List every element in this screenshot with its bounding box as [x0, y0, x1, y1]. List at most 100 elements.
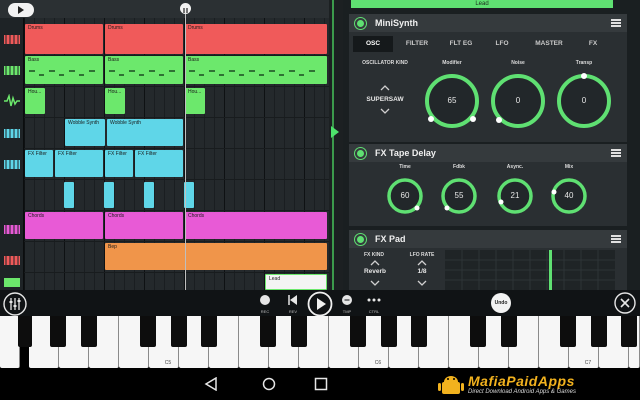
song-position-marker[interactable] — [180, 3, 191, 14]
lead-track-strip[interactable]: Lead — [351, 0, 613, 8]
undo-button[interactable]: Undo — [491, 293, 511, 313]
lead-track-icon[interactable] — [3, 275, 21, 289]
record-button[interactable] — [259, 294, 271, 306]
clip-sample[interactable]: Hou... — [185, 88, 205, 114]
sample-track-icon[interactable] — [3, 94, 21, 108]
tab-master[interactable]: MASTER — [525, 36, 573, 52]
clip-fx-filter[interactable]: FX Filter — [25, 150, 53, 177]
tempo-button[interactable] — [341, 294, 353, 306]
piano-black-key[interactable] — [470, 316, 486, 347]
clip-drums[interactable]: Drums — [105, 24, 183, 54]
power-toggle-icon[interactable] — [355, 18, 366, 29]
chevron-up-icon[interactable] — [380, 85, 390, 91]
clip-chords[interactable]: Chords — [25, 212, 103, 239]
chevron-up-icon[interactable] — [370, 260, 380, 266]
clip-sample[interactable]: Hou... — [105, 88, 125, 114]
piano-key[interactable] — [0, 316, 20, 368]
piano-black-key[interactable] — [501, 316, 517, 347]
piano-black-key[interactable] — [291, 316, 307, 347]
timeline-ruler[interactable] — [0, 0, 329, 18]
clip-bass[interactable]: Bass — [105, 56, 183, 84]
fx-kind-value[interactable]: Reverb — [355, 268, 395, 275]
main-play-button[interactable] — [307, 291, 333, 317]
chevron-up-icon[interactable] — [417, 260, 427, 266]
piano-keyboard[interactable]: C5 C6 C7 — [0, 316, 640, 368]
close-button[interactable] — [614, 292, 636, 314]
clip-bass[interactable]: Bass — [185, 56, 327, 84]
more-dots-icon[interactable] — [367, 298, 381, 302]
clip-lead[interactable]: Lead — [265, 274, 327, 290]
play-button[interactable] — [8, 3, 34, 17]
piano-black-key[interactable] — [201, 316, 217, 347]
collapse-arrow-icon[interactable] — [331, 126, 339, 138]
chords-track-icon[interactable] — [3, 222, 21, 236]
modifier-knob[interactable]: Modifier 65 — [423, 58, 481, 136]
chevron-down-icon[interactable] — [380, 108, 390, 114]
rewind-button[interactable] — [287, 294, 299, 306]
playhead-line — [185, 14, 186, 290]
clip-bass[interactable]: Bass — [25, 56, 103, 84]
tab-flt-eg[interactable]: FLT EG — [441, 36, 481, 52]
clip-fx-filter[interactable]: FX Filter — [55, 150, 103, 177]
chevron-down-icon[interactable] — [417, 280, 427, 286]
hamburger-menu-icon[interactable] — [611, 149, 621, 157]
clip-fx-hit[interactable] — [104, 182, 114, 208]
synth-track-icon[interactable] — [3, 126, 21, 140]
piano-black-key[interactable] — [560, 316, 576, 347]
piano-black-key[interactable] — [350, 316, 366, 347]
piano-black-key[interactable] — [171, 316, 187, 347]
clip-sample[interactable]: Hou... — [25, 88, 45, 114]
osc-kind-label: OSCILLATOR KIND — [362, 60, 408, 66]
tab-osc[interactable]: OSC — [353, 36, 393, 52]
piano-black-key[interactable] — [260, 316, 276, 347]
clip-fx-filter[interactable]: FX Filter — [135, 150, 183, 177]
bass-track-icon[interactable] — [3, 63, 21, 77]
playlist[interactable]: Drums Drums Drums Bass Bass Bass Hou... … — [24, 0, 329, 290]
xy-pad[interactable] — [445, 250, 615, 290]
clip-wobble-synth[interactable]: Wobble Synth — [65, 119, 105, 146]
panel-divider[interactable] — [329, 0, 343, 290]
tab-filter[interactable]: FILTER — [397, 36, 437, 52]
power-toggle-icon[interactable] — [355, 148, 366, 159]
clip-bep[interactable]: Bep — [105, 243, 327, 270]
hamburger-menu-icon[interactable] — [611, 235, 621, 243]
clip-fx-hit[interactable] — [144, 182, 154, 208]
osc-kind-value[interactable]: SUPERSAW — [353, 96, 417, 103]
piano-black-key[interactable] — [411, 316, 427, 347]
clip-fx-hit[interactable] — [64, 182, 74, 208]
piano-black-key[interactable] — [381, 316, 397, 347]
piano-black-key[interactable] — [18, 316, 32, 347]
drums-track-icon[interactable] — [3, 32, 21, 46]
noise-knob[interactable]: Noise 0 — [489, 58, 547, 136]
clip-fx-filter[interactable]: FX Filter — [105, 150, 133, 177]
piano-black-key[interactable] — [50, 316, 66, 347]
track-icon-column — [0, 0, 24, 290]
piano-black-key[interactable] — [140, 316, 156, 347]
back-icon[interactable] — [204, 377, 218, 391]
piano-black-key[interactable] — [591, 316, 607, 347]
mixer-button[interactable] — [3, 292, 27, 316]
clip-chords[interactable]: Chords — [105, 212, 183, 239]
fx-track-icon[interactable] — [3, 157, 21, 171]
piano-black-key[interactable] — [621, 316, 637, 347]
clip-drums[interactable]: Drums — [25, 24, 103, 54]
chevron-down-icon[interactable] — [370, 280, 380, 286]
fdbk-knob[interactable]: Fdbk 55 — [439, 164, 479, 222]
transp-knob[interactable]: Transp 0 — [555, 58, 613, 136]
clip-wobble-synth[interactable]: Wobble Synth — [107, 119, 183, 146]
piano-black-key[interactable] — [81, 316, 97, 347]
lfo-rate-value[interactable]: 1/8 — [405, 268, 439, 275]
home-icon[interactable] — [262, 377, 276, 391]
power-toggle-icon[interactable] — [355, 234, 366, 245]
clip-drums[interactable]: Drums — [185, 24, 327, 54]
async-knob[interactable]: Async. 21 — [495, 164, 535, 222]
tab-lfo[interactable]: LFO — [487, 36, 517, 52]
hamburger-menu-icon[interactable] — [611, 19, 621, 27]
tab-fx[interactable]: FX — [581, 36, 605, 52]
mix-knob[interactable]: Mix 40 — [549, 164, 589, 222]
recents-icon[interactable] — [314, 377, 328, 391]
time-knob[interactable]: Time 60 — [385, 164, 425, 222]
bep-track-icon[interactable] — [3, 253, 21, 267]
clip-chords[interactable]: Chords — [185, 212, 327, 239]
play-icon — [18, 6, 24, 14]
